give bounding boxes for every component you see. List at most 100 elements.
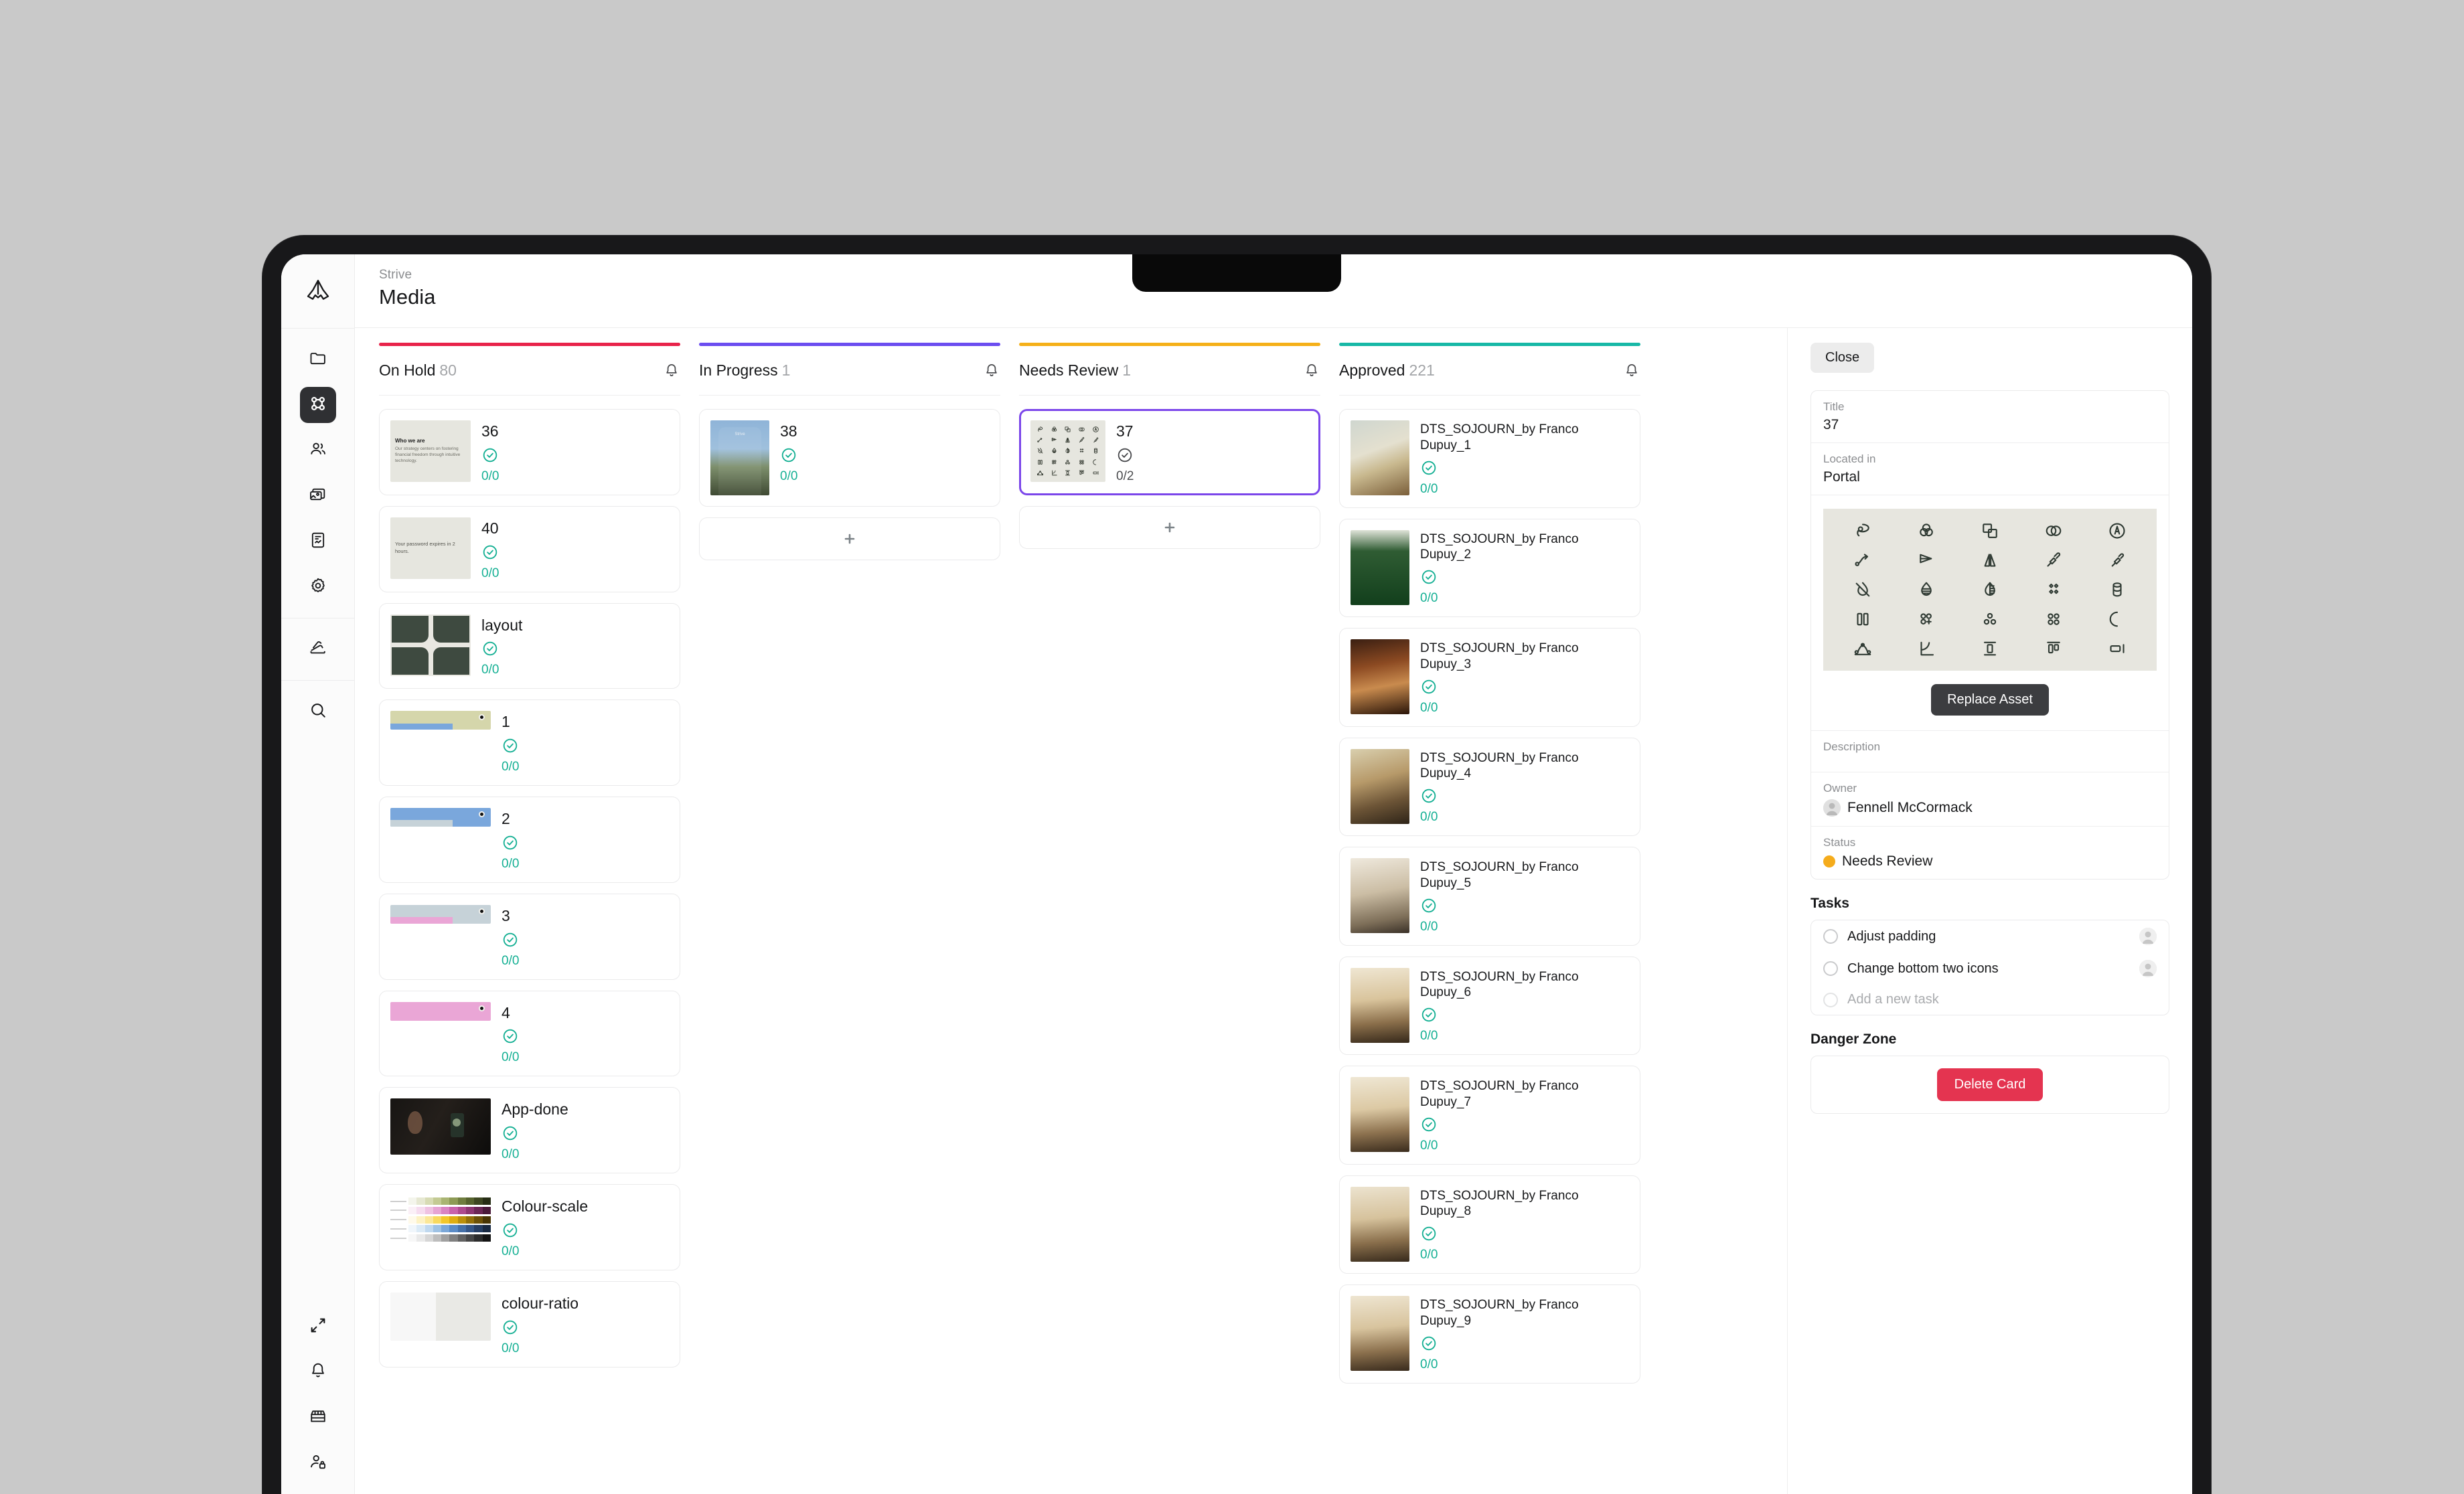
- sidebar-item-palette[interactable]: [300, 631, 336, 667]
- board-card[interactable]: 3 0/0: [379, 893, 680, 980]
- sidebar-item-expand[interactable]: [300, 1309, 336, 1345]
- board-card[interactable]: Colour-scale 0/0: [379, 1184, 680, 1270]
- board-column-approved: Approved 221 DTS_SOJOURN_by Franco Dupuy_1…: [1339, 343, 1640, 1494]
- card-task-fraction: 0/0: [1420, 810, 1438, 824]
- field-located-in[interactable]: Located in Portal: [1811, 443, 2169, 495]
- card-task-fraction: 0/0: [1420, 591, 1438, 605]
- card-task-fraction: 0/0: [502, 953, 520, 968]
- board-card[interactable]: Your password expires in 2 hours. 40 0/0: [379, 505, 680, 592]
- board-card[interactable]: 2 0/0: [379, 797, 680, 883]
- card-title: App-done: [502, 1100, 568, 1118]
- board-card[interactable]: DTS_SOJOURN_by Franco Dupuy_9 0/0: [1339, 1284, 1640, 1384]
- opacity-drop-icon: [1916, 580, 1936, 600]
- column-header: Needs Review 1: [1019, 346, 1320, 396]
- field-owner[interactable]: Owner Fennell McCormack: [1811, 772, 2169, 827]
- sidebar-item-notifications[interactable]: [300, 1354, 336, 1390]
- column-title: Approved 221: [1339, 361, 1435, 379]
- board-card[interactable]: DTS_SOJOURN_by Franco Dupuy_4 0/0: [1339, 737, 1640, 836]
- card-thumbnail: [1030, 420, 1105, 482]
- board-card[interactable]: DTS_SOJOURN_by Franco Dupuy_3 0/0: [1339, 628, 1640, 727]
- close-button[interactable]: Close: [1811, 343, 1875, 373]
- detail-fields-panel: Title 37 Located in Portal Replace Asset…: [1811, 390, 2169, 880]
- sidebar-item-people[interactable]: [300, 432, 336, 469]
- avatar-icon[interactable]: [2139, 928, 2157, 945]
- card-task-fraction: 0/0: [780, 469, 798, 483]
- tasks-panel: Adjust padding Change bottom two icons Add…: [1811, 920, 2169, 1015]
- app-logo[interactable]: [281, 254, 354, 328]
- sidebar-item-search[interactable]: [300, 693, 336, 730]
- check-circle-icon: [1420, 1225, 1629, 1242]
- board-card[interactable]: DTS_SOJOURN_by Franco Dupuy_6 0/0: [1339, 956, 1640, 1055]
- sidebar-item-account[interactable]: [300, 1445, 336, 1481]
- field-status[interactable]: Status Needs Review: [1811, 827, 2169, 879]
- field-located-in-value: Portal: [1823, 469, 1860, 485]
- check-circle-icon: [502, 931, 519, 948]
- board-card[interactable]: 4 0/0: [379, 990, 680, 1077]
- card-task-fraction: 0/0: [502, 1244, 520, 1258]
- card-thumbnail: [390, 808, 491, 827]
- task-row[interactable]: Adjust padding: [1811, 920, 2169, 952]
- board-card[interactable]: DTS_SOJOURN_by Franco Dupuy_2 0/0: [1339, 518, 1640, 617]
- check-circle-icon: [502, 1125, 568, 1142]
- board-card[interactable]: App-done 0/0: [379, 1087, 680, 1173]
- column-header: In Progress 1: [699, 346, 1000, 396]
- card-title: Colour-scale: [502, 1197, 589, 1215]
- card-task-fraction: 0/0: [502, 856, 520, 871]
- field-description[interactable]: Description: [1811, 731, 2169, 772]
- sidebar-item-settings[interactable]: [300, 569, 336, 605]
- sidebar-item-board[interactable]: [299, 387, 336, 423]
- card-task-fraction: 0/0: [502, 1050, 520, 1065]
- danger-zone-box: Delete Card: [1811, 1056, 2169, 1114]
- replace-asset-button[interactable]: Replace Asset: [1931, 684, 2049, 716]
- board-card[interactable]: DTS_SOJOURN_by Franco Dupuy_1 0/0: [1339, 409, 1640, 508]
- board-card[interactable]: DTS_SOJOURN_by Franco Dupuy_8 0/0: [1339, 1175, 1640, 1274]
- board-card[interactable]: DTS_SOJOURN_by Franco Dupuy_7 0/0: [1339, 1066, 1640, 1165]
- field-description-label: Description: [1823, 740, 1881, 753]
- avatar-icon[interactable]: [2139, 960, 2157, 977]
- card-title: 40: [481, 519, 499, 537]
- board-card[interactable]: 37 0/2: [1019, 409, 1320, 495]
- board-card[interactable]: DTS_SOJOURN_by Franco Dupuy_5 0/0: [1339, 847, 1640, 946]
- card-thumbnail: Who we are Our strategy centers on foster…: [390, 420, 471, 482]
- task-checkbox[interactable]: [1823, 929, 1838, 944]
- board-card[interactable]: colour-ratio 0/0: [379, 1280, 680, 1367]
- card-title: DTS_SOJOURN_by Franco Dupuy_8: [1420, 1188, 1579, 1219]
- card-thumbnail: [1351, 748, 1409, 824]
- sidebar-item-reports[interactable]: [300, 523, 336, 560]
- add-card-button[interactable]: [1019, 505, 1320, 549]
- column-header: On Hold 80: [379, 346, 680, 396]
- bell-icon[interactable]: [1303, 362, 1320, 380]
- card-thumbnail: [1351, 858, 1409, 933]
- card-thumbnail: [1351, 639, 1409, 714]
- field-title[interactable]: Title 37: [1811, 391, 2169, 443]
- card-thumbnail: [390, 1195, 491, 1244]
- bell-icon[interactable]: [1623, 362, 1640, 380]
- card-task-fraction: 0/0: [1420, 1029, 1438, 1043]
- check-circle-icon: [481, 446, 499, 464]
- sidebar-item-folder[interactable]: [300, 341, 336, 378]
- delete-card-button[interactable]: Delete Card: [1936, 1068, 2044, 1101]
- device-frame: Strive Media On Hold 80 Who we are Our stra…: [262, 236, 2211, 1494]
- sidebar-item-store[interactable]: [300, 1400, 336, 1436]
- board-card[interactable]: 1 0/0: [379, 699, 680, 786]
- card-title: DTS_SOJOURN_by Franco Dupuy_1: [1420, 422, 1579, 452]
- check-circle-icon: [1420, 1006, 1629, 1023]
- kanban-board: On Hold 80 Who we are Our strategy centers …: [355, 328, 1787, 1494]
- check-circle-icon: [1420, 1335, 1629, 1352]
- column-body: Strive 38 0/0: [699, 396, 1000, 560]
- task-checkbox[interactable]: [1823, 961, 1838, 976]
- task-row[interactable]: Add a new task: [1811, 985, 2169, 1015]
- card-thumbnail: [1351, 1296, 1409, 1371]
- board-card[interactable]: layout 0/0: [379, 602, 680, 689]
- task-row[interactable]: Change bottom two icons: [1811, 952, 2169, 985]
- sidebar-item-media[interactable]: [300, 478, 336, 514]
- board-card[interactable]: Strive 38 0/0: [699, 409, 1000, 507]
- card-title: 3: [502, 906, 510, 924]
- add-card-button[interactable]: [699, 517, 1000, 560]
- board-card[interactable]: Who we are Our strategy centers on foster…: [379, 409, 680, 495]
- bell-icon[interactable]: [983, 362, 1000, 380]
- task-checkbox[interactable]: [1823, 992, 1838, 1007]
- card-thumbnail: [1351, 967, 1409, 1043]
- column-body: 37 0/2: [1019, 396, 1320, 549]
- bell-icon[interactable]: [663, 362, 680, 380]
